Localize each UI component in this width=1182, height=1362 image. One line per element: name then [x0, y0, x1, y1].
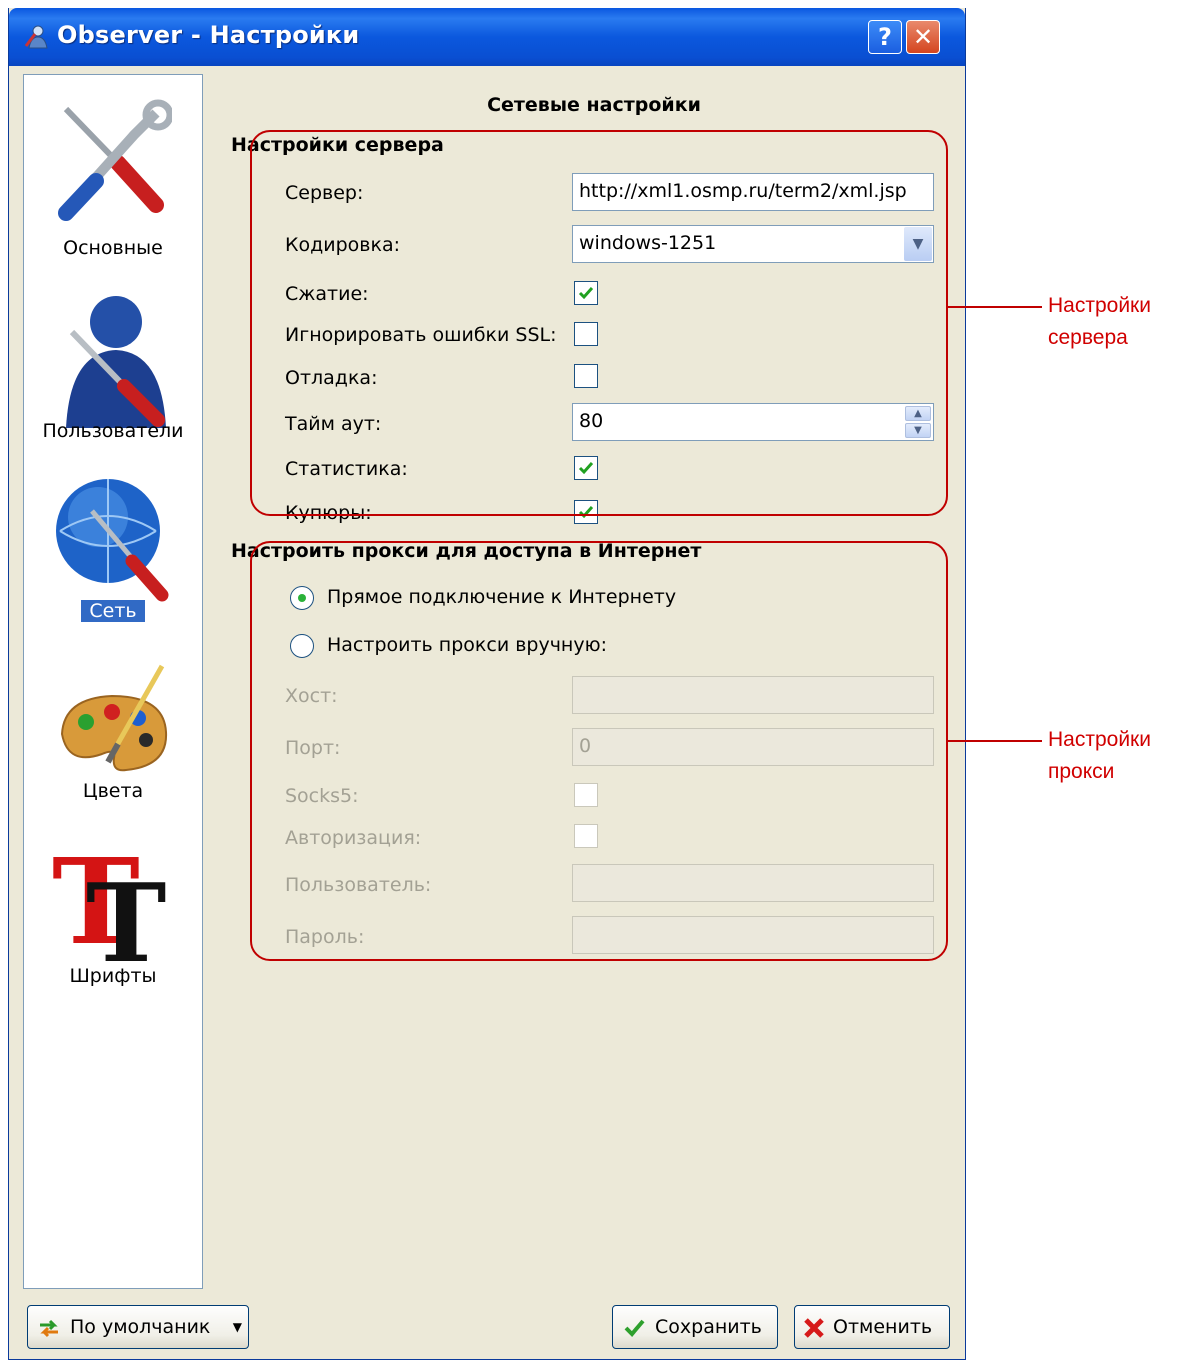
checkmark-icon — [624, 1319, 645, 1337]
tools-icon — [58, 99, 172, 221]
settings-sidebar: Основные Пользователи Сеть Цвета T T Шри… — [23, 74, 203, 1289]
swap-arrows-icon — [40, 1319, 58, 1338]
window-title: Observer - Настройки — [57, 21, 360, 49]
close-button[interactable]: ✕ — [906, 20, 940, 54]
title-bar: Observer - Настройки ? ✕ — [9, 8, 965, 66]
sidebar-item-colors[interactable]: Цвета — [24, 650, 202, 815]
palette-icon — [60, 664, 168, 772]
proxy-settings-annotation-box — [250, 541, 948, 961]
sidebar-item-label: Цвета — [82, 780, 144, 802]
sidebar-item-label: Шрифты — [69, 965, 157, 987]
server-annotation-line — [947, 306, 1042, 308]
save-button[interactable]: Сохранить — [612, 1305, 778, 1349]
sidebar-item-fonts[interactable]: T T Шрифты — [24, 825, 202, 1000]
save-label: Сохранить — [655, 1316, 762, 1338]
observer-app-icon — [24, 25, 48, 49]
server-settings-annotation-box — [250, 130, 948, 516]
defaults-dropdown-button[interactable]: По умолчаник ▼ — [27, 1305, 249, 1349]
sidebar-item-general[interactable]: Основные — [24, 75, 202, 275]
sidebar-item-network[interactable]: Сеть — [24, 465, 202, 640]
proxy-annotation-text: Настройки прокси — [1048, 724, 1151, 788]
user-tools-icon — [66, 296, 166, 428]
sidebar-item-label: Основные — [63, 237, 163, 259]
server-annotation-text: Настройки сервера — [1048, 290, 1151, 354]
svg-text:T: T — [86, 861, 166, 975]
selected-label: Сеть — [81, 600, 145, 622]
sidebar-item-users[interactable]: Пользователи — [24, 280, 202, 460]
page-title: Сетевые настройки — [487, 94, 701, 116]
fonts-icon: T T — [52, 835, 166, 975]
sidebar-item-label: Сеть — [24, 600, 202, 622]
cancel-button[interactable]: Отменить — [794, 1305, 950, 1349]
annotation-line2: прокси — [1048, 760, 1115, 783]
annotation-line1: Настройки — [1048, 294, 1151, 317]
red-x-icon — [804, 1318, 824, 1338]
sidebar-item-label: Пользователи — [42, 420, 184, 442]
dropdown-arrow-icon: ▼ — [232, 1320, 242, 1334]
cancel-label: Отменить — [833, 1316, 933, 1338]
network-globe-icon — [56, 479, 169, 602]
help-button[interactable]: ? — [868, 20, 902, 54]
proxy-annotation-line — [947, 740, 1042, 742]
defaults-label: По умолчаник — [70, 1316, 211, 1338]
annotation-line2: сервера — [1048, 326, 1128, 349]
annotation-line1: Настройки — [1048, 728, 1151, 751]
